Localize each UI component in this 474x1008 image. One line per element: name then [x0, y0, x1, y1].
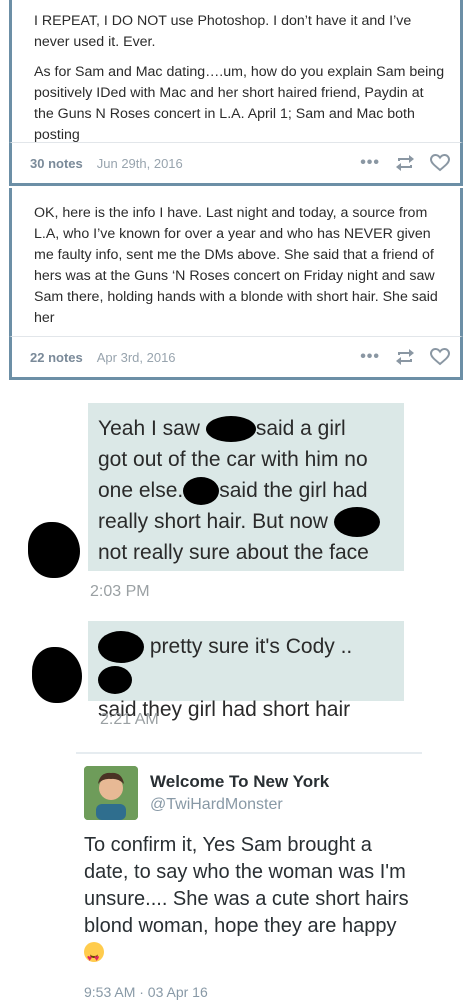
dm-message-bubble: Yeah I saw said a girl got out of the ca…	[88, 403, 404, 571]
tweet-timestamp[interactable]: 9:53 AM · 03 Apr 16	[84, 984, 208, 1000]
emoji-heart-eyes-icon	[84, 942, 104, 972]
more-dots-icon[interactable]: •••	[360, 154, 380, 172]
tweet-card: Welcome To New York @TwiHardMonster To c…	[76, 752, 422, 1008]
dm-message-bubble: pretty sure it's Cody .. said they girl …	[88, 621, 404, 721]
reblog-icon[interactable]	[394, 348, 416, 366]
message-text: pretty sure it's Cody ..	[149, 635, 353, 658]
tweet-text-body: To confirm it, Yes Sam brought a date, t…	[84, 834, 409, 937]
heart-icon[interactable]	[430, 154, 450, 172]
redacted-avatar	[28, 522, 80, 578]
post-body: I REPEAT, I DO NOT use Photoshop. I don’…	[9, 0, 463, 142]
redaction-mark	[98, 631, 144, 664]
redaction-mark	[98, 665, 132, 694]
message-text: really short hair. But now	[98, 510, 328, 533]
message-text: got out of the car with him no	[98, 448, 368, 471]
message-text: one else.	[98, 479, 184, 502]
avatar-photo	[84, 766, 138, 820]
post-date[interactable]: Apr 3rd, 2016	[97, 350, 176, 365]
message-text: said a girl	[255, 417, 346, 440]
tweet-text: To confirm it, Yes Sam brought a date, t…	[84, 832, 420, 972]
message-timestamp: 2:21 AM	[100, 711, 159, 728]
notes-count[interactable]: 22 notes	[30, 350, 83, 365]
post-footer: 22 notes Apr 3rd, 2016 •••	[9, 336, 463, 380]
dm-screenshot: Yeah I saw said a girl got out of the ca…	[0, 385, 474, 745]
notes-count[interactable]: 30 notes	[30, 156, 83, 171]
post-body: OK, here is the info I have. Last night …	[9, 188, 463, 336]
message-text: Yeah I saw	[98, 417, 200, 440]
post-actions: •••	[360, 154, 450, 172]
message-timestamp: 2:03 PM	[90, 583, 150, 600]
reblog-icon[interactable]	[394, 154, 416, 172]
post-card-1: I REPEAT, I DO NOT use Photoshop. I don’…	[9, 0, 463, 186]
post-actions: •••	[360, 348, 450, 366]
post-paragraph: I REPEAT, I DO NOT use Photoshop. I don’…	[34, 13, 412, 50]
message-text: said the girl had	[219, 479, 368, 502]
redacted-avatar	[32, 647, 82, 703]
post-footer: 30 notes Jun 29th, 2016 •••	[9, 142, 463, 186]
tweet-author-handle[interactable]: @TwiHardMonster	[150, 796, 283, 814]
post-date[interactable]: Jun 29th, 2016	[97, 156, 183, 171]
avatar[interactable]	[84, 766, 138, 820]
post-card-2: OK, here is the info I have. Last night …	[9, 188, 463, 380]
redaction-mark	[333, 507, 380, 538]
redaction-mark	[183, 477, 220, 506]
tweet-author-name[interactable]: Welcome To New York	[150, 772, 329, 792]
more-dots-icon[interactable]: •••	[360, 348, 380, 366]
post-paragraph: As for Sam and Mac dating….um, how do yo…	[34, 64, 445, 142]
heart-icon[interactable]	[430, 348, 450, 366]
message-text: not really sure about the face	[98, 541, 369, 565]
post-paragraph: OK, here is the info I have. Last night …	[34, 205, 438, 326]
redaction-mark	[205, 416, 256, 443]
